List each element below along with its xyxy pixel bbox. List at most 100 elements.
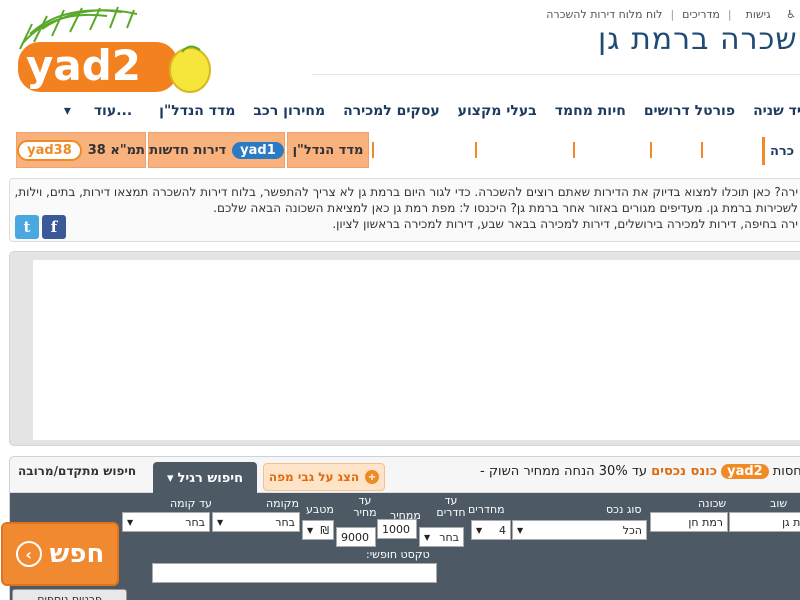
more-details-button[interactable]: פרטים נוספים xyxy=(12,589,127,600)
divider xyxy=(650,142,652,158)
map-container xyxy=(9,251,800,446)
dropdown-arrow-icon: ▼ xyxy=(127,517,134,527)
property-type-value: הכל xyxy=(622,523,642,537)
board-link[interactable]: לוח מלוח דירות להשכרה xyxy=(546,8,662,21)
neighborhood-value: רמת חן xyxy=(688,515,723,529)
floor-to-value: בחר xyxy=(185,515,205,529)
nav-item-businesses[interactable]: עסקים למכירה xyxy=(334,103,449,119)
price-to-label: עד מחיר xyxy=(353,494,377,519)
facebook-icon[interactable]: f xyxy=(42,215,66,239)
dropdown-arrow-icon: ▼ xyxy=(307,525,314,535)
rooms-to-value: בחר xyxy=(439,530,459,544)
promo-prefix: בחסות: xyxy=(772,464,800,479)
tab-new-apartments[interactable]: דירות חדשות yad1 xyxy=(148,132,285,168)
rooms-to-select[interactable]: בחר ▼ xyxy=(419,527,464,547)
search-tabs: חיפוש מתקדם/מרובה ▾ חיפוש רגיל הצג על גב… xyxy=(10,457,800,494)
tab-realestate-index-label: מדד הנדל"ן xyxy=(292,142,364,158)
yad2-badge: yad2 xyxy=(721,464,769,479)
promo-brand: כונס נכסים xyxy=(651,464,718,479)
guides-link[interactable]: מדריכים xyxy=(682,8,720,21)
intro-box: ירה? כאן תוכלו למצוא בדיוק את הדירות שאת… xyxy=(9,178,800,242)
floor-from-select[interactable]: בחר ▼ xyxy=(212,512,300,532)
city-label: שוב xyxy=(770,497,788,510)
caret-down-icon: ▾ xyxy=(166,470,174,486)
sponsor-promo[interactable]: - עד 30% הנחה ממחיר השוק כונס נכסים yad2… xyxy=(480,464,800,479)
search-button-label: חפש xyxy=(49,539,105,569)
floor-to-label: עד קומה xyxy=(170,497,212,510)
free-text-input[interactable] xyxy=(152,563,437,583)
property-type-label: סוג נכס xyxy=(606,503,642,516)
nav-item-car-prices[interactable]: מחירון רכב xyxy=(244,103,334,119)
header-divider xyxy=(312,74,800,75)
map-area[interactable] xyxy=(33,260,800,440)
floor-from-label: מקומה xyxy=(266,497,299,510)
price-from-input[interactable]: 1000 xyxy=(377,519,417,539)
nav-item-pets[interactable]: חיות מחמד xyxy=(546,103,635,119)
dropdown-arrow-icon: ▼ xyxy=(476,525,483,535)
price-to-value: 9000 xyxy=(341,530,369,544)
tab-tama38-label: תמ"א 38 xyxy=(87,142,145,158)
logo-graphic: yad2 xyxy=(18,6,211,93)
neighborhood-label: שכונה xyxy=(698,497,727,510)
tab-realestate-index[interactable]: מדד הנדל"ן xyxy=(287,132,369,168)
rooms-to-label: עד חדרים xyxy=(436,494,466,519)
nav-item-second-hand[interactable]: יד שניה xyxy=(744,103,800,119)
nav-item-jobs[interactable]: פורטל דרושים xyxy=(635,103,744,119)
page-title: שכרה ברמת גן xyxy=(598,22,798,57)
accessibility-link[interactable]: ♿ גישות xyxy=(740,8,800,21)
floor-to-select[interactable]: בחר ▼ xyxy=(122,512,210,532)
tab-rent-label[interactable]: כרה xyxy=(770,144,794,159)
tab-regular-search[interactable]: ▾ חיפוש רגיל xyxy=(153,462,257,494)
sub-nav: yad38 תמ"א 38 דירות חדשות yad1 מדד הנדל"… xyxy=(0,132,800,170)
promo-text: - עד 30% הנחה ממחיר השוק xyxy=(480,464,648,479)
dropdown-arrow-icon: ▼ xyxy=(517,525,524,535)
price-from-value: 1000 xyxy=(382,522,410,536)
nav-item-more[interactable]: ▾ עוד... xyxy=(46,103,150,119)
yad2-logo[interactable]: yad2 xyxy=(12,4,217,96)
divider xyxy=(475,142,477,158)
svg-text:yad2: yad2 xyxy=(26,41,141,90)
free-text-label: טקסט חופשי: xyxy=(366,548,430,561)
dropdown-arrow-icon: ▼ xyxy=(217,517,224,527)
divider xyxy=(701,142,703,158)
intro-text: ירה? כאן תוכלו למצוא בדיוק את הדירות שאת… xyxy=(14,184,798,232)
city-value: רמת גן xyxy=(782,515,800,529)
nav-item-realestate-index[interactable]: מדד הנדל"ן xyxy=(150,103,244,119)
neighborhood-input[interactable]: רמת חן xyxy=(650,512,728,532)
main-nav: יד שניה פורטל דרושים חיות מחמד בעלי מקצו… xyxy=(46,103,800,119)
search-button[interactable]: ‹ חפש xyxy=(1,522,119,586)
floor-from-value: בחר xyxy=(275,515,295,529)
map-pin-icon: + xyxy=(365,470,380,484)
currency-select[interactable]: ₪ ▼ xyxy=(302,520,334,540)
intro-line: ירה בחיפה, דירות למכירה בירושלים, דירות … xyxy=(332,217,798,231)
tab-advanced-search[interactable]: חיפוש מתקדם/מרובה xyxy=(18,464,136,478)
nav-item-professionals[interactable]: בעלי מקצוע xyxy=(449,103,546,119)
city-input[interactable]: רמת גן xyxy=(729,512,800,532)
top-links: ♿ גישות|מדריכים|לוח מלוח דירות להשכרה xyxy=(546,8,800,21)
wheelchair-icon: ♿ xyxy=(786,8,796,21)
rooms-from-label: מחדרים xyxy=(468,503,505,516)
rooms-from-select[interactable]: 4 ▼ xyxy=(471,520,511,540)
show-on-map-label: הצג על גבי מפה xyxy=(268,470,360,484)
currency-value: ₪ xyxy=(320,523,329,537)
currency-label: מטבע xyxy=(306,503,334,516)
yad38-badge: yad38 xyxy=(17,139,82,161)
property-type-select[interactable]: הכל ▼ xyxy=(512,520,647,540)
rooms-from-value: 4 xyxy=(499,523,506,537)
caret-down-icon: ▾ xyxy=(63,103,76,119)
divider xyxy=(762,137,765,165)
tab-tama38[interactable]: yad38 תמ"א 38 xyxy=(16,132,146,168)
price-to-input[interactable]: 9000 xyxy=(336,527,376,547)
tab-regular-label: חיפוש רגיל xyxy=(177,470,243,486)
dropdown-arrow-icon: ▼ xyxy=(424,532,431,542)
tab-new-apartments-label: דירות חדשות xyxy=(149,142,227,158)
intro-line: ירה? כאן תוכלו למצוא בדיוק את הדירות שאת… xyxy=(14,185,798,199)
divider xyxy=(372,142,374,158)
twitter-icon[interactable]: t xyxy=(15,215,39,239)
yad1-badge: yad1 xyxy=(232,141,284,159)
intro-line: לשכירות ברמת גן. מעדיפים מגורים באזור אח… xyxy=(213,201,798,215)
divider xyxy=(573,142,575,158)
search-form: שוב שכונה סוג נכס מחדרים עד חדרים ממחיר … xyxy=(10,493,800,600)
search-panel: חיפוש מתקדם/מרובה ▾ חיפוש רגיל הצג על גב… xyxy=(1,456,800,600)
show-on-map-button[interactable]: הצג על גבי מפה + xyxy=(263,463,385,491)
